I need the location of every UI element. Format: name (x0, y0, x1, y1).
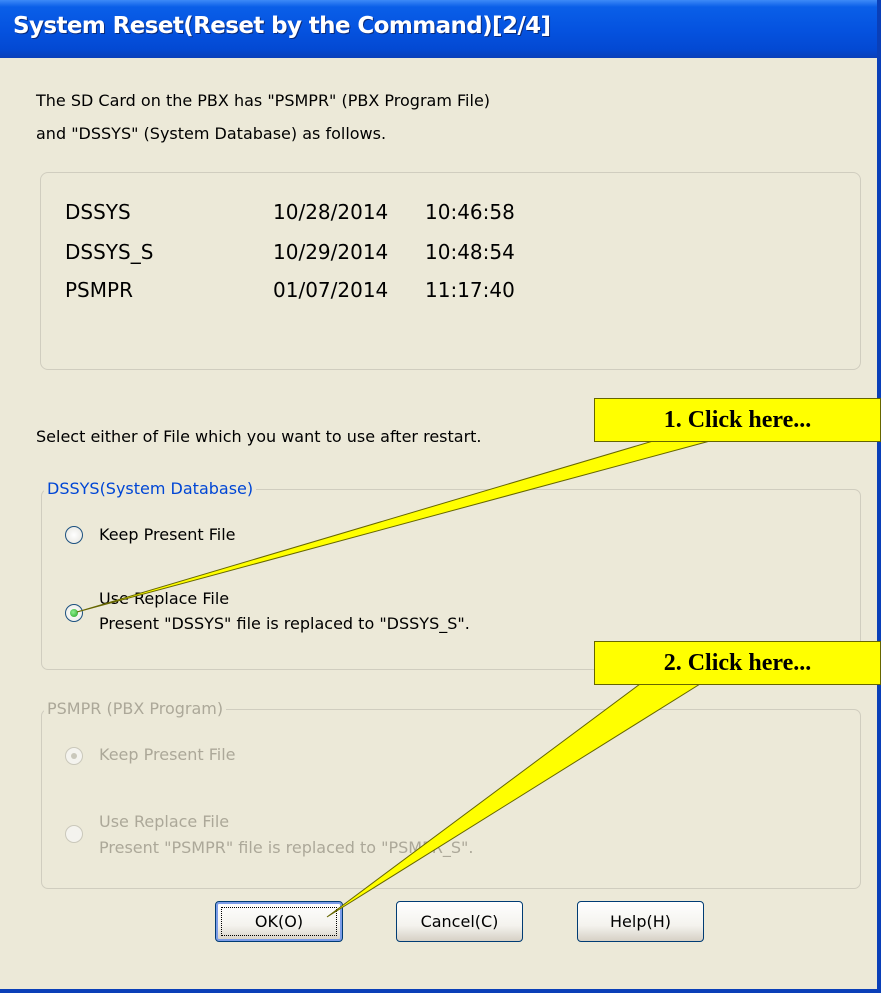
callout-two-pointer (326, 683, 702, 918)
callout-one-text: 1. Click here... (663, 407, 812, 433)
callout-two: 2. Click here... (594, 641, 881, 685)
dialog-window: System Reset(Reset by the Command)[2/4] … (0, 0, 881, 993)
callout-one-pointer (76, 440, 711, 613)
callout-pointers (76, 440, 711, 918)
callout-one: 1. Click here... (594, 398, 881, 442)
callout-two-text: 2. Click here... (663, 650, 812, 676)
